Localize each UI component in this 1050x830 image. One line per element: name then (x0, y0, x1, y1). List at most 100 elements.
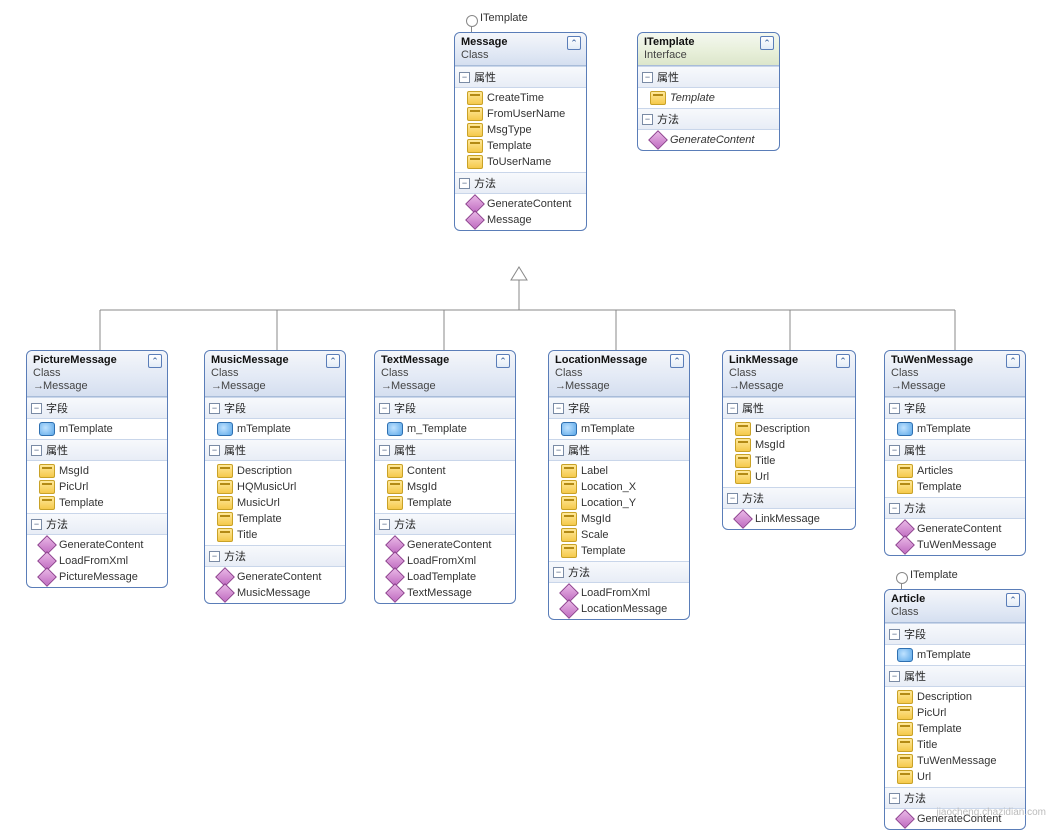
section-methods[interactable]: −方法 (549, 561, 689, 583)
minus-icon[interactable]: − (553, 403, 564, 414)
section-properties[interactable]: −属性 (205, 439, 345, 461)
inherits-link[interactable]: →Message (729, 380, 849, 392)
class-header[interactable]: PictureMessage Class →Message ⌃ (27, 351, 167, 397)
section-properties[interactable]: −属性 (375, 439, 515, 461)
minus-icon[interactable]: − (889, 629, 900, 640)
collapse-icon[interactable]: ⌃ (670, 354, 684, 368)
minus-icon[interactable]: − (31, 519, 42, 530)
field-item[interactable]: mTemplate (205, 421, 345, 437)
section-methods[interactable]: −方法 (375, 513, 515, 535)
property-item[interactable]: MsgId (27, 463, 167, 479)
method-item[interactable]: GenerateContent (638, 132, 779, 148)
property-item[interactable]: HQMusicUrl (205, 479, 345, 495)
collapse-icon[interactable]: ⌃ (1006, 354, 1020, 368)
section-methods[interactable]: −方法 (638, 108, 779, 130)
minus-icon[interactable]: − (553, 567, 564, 578)
method-item[interactable]: MusicMessage (205, 585, 345, 601)
method-item[interactable]: LinkMessage (723, 511, 855, 527)
section-fields[interactable]: −字段 (27, 397, 167, 419)
minus-icon[interactable]: − (31, 445, 42, 456)
property-item[interactable]: Title (205, 527, 345, 543)
minus-icon[interactable]: − (31, 403, 42, 414)
minus-icon[interactable]: − (889, 403, 900, 414)
collapse-icon[interactable]: ⌃ (836, 354, 850, 368)
field-item[interactable]: mTemplate (27, 421, 167, 437)
minus-icon[interactable]: − (889, 503, 900, 514)
minus-icon[interactable]: − (642, 114, 653, 125)
field-item[interactable]: m_Template (375, 421, 515, 437)
minus-icon[interactable]: − (459, 178, 470, 189)
minus-icon[interactable]: − (209, 551, 220, 562)
collapse-icon[interactable]: ⌃ (148, 354, 162, 368)
property-item[interactable]: Template (27, 495, 167, 511)
property-item[interactable]: Template (638, 90, 779, 106)
minus-icon[interactable]: − (553, 445, 564, 456)
method-item[interactable]: LocationMessage (549, 601, 689, 617)
section-properties[interactable]: −属性 (885, 439, 1025, 461)
minus-icon[interactable]: − (642, 72, 653, 83)
class-tuwenmessage[interactable]: TuWenMessage Class →Message ⌃ −字段 mTempl… (884, 350, 1026, 556)
section-methods[interactable]: −方法 (885, 497, 1025, 519)
property-item[interactable]: Title (723, 453, 855, 469)
minus-icon[interactable]: − (209, 403, 220, 414)
property-item[interactable]: Location_Y (549, 495, 689, 511)
class-header[interactable]: TuWenMessage Class →Message ⌃ (885, 351, 1025, 397)
minus-icon[interactable]: − (379, 519, 390, 530)
class-header[interactable]: LinkMessage Class →Message ⌃ (723, 351, 855, 397)
property-item[interactable]: Url (885, 769, 1025, 785)
property-item[interactable]: Description (205, 463, 345, 479)
method-item[interactable]: PictureMessage (27, 569, 167, 585)
section-properties[interactable]: −属性 (455, 66, 586, 88)
minus-icon[interactable]: − (459, 72, 470, 83)
method-item[interactable]: TuWenMessage (885, 537, 1025, 553)
inherits-link[interactable]: →Message (891, 380, 1019, 392)
class-textmessage[interactable]: TextMessage Class →Message ⌃ −字段 m_Templ… (374, 350, 516, 604)
section-fields[interactable]: −字段 (549, 397, 689, 419)
collapse-icon[interactable]: ⌃ (760, 36, 774, 50)
field-item[interactable]: mTemplate (885, 421, 1025, 437)
class-linkmessage[interactable]: LinkMessage Class →Message ⌃ −属性 Descrip… (722, 350, 856, 530)
section-methods[interactable]: −方法 (723, 487, 855, 509)
class-header[interactable]: Article Class ⌃ (885, 590, 1025, 623)
method-item[interactable]: GenerateContent (885, 521, 1025, 537)
method-item[interactable]: GenerateContent (27, 537, 167, 553)
class-musicmessage[interactable]: MusicMessage Class →Message ⌃ −字段 mTempl… (204, 350, 346, 604)
property-item[interactable]: Content (375, 463, 515, 479)
class-locationmessage[interactable]: LocationMessage Class →Message ⌃ −字段 mTe… (548, 350, 690, 620)
property-item[interactable]: Url (723, 469, 855, 485)
minus-icon[interactable]: − (889, 793, 900, 804)
minus-icon[interactable]: − (889, 671, 900, 682)
minus-icon[interactable]: − (209, 445, 220, 456)
interface-itemplate[interactable]: ITemplate Interface ⌃ −属性 Template −方法 G… (637, 32, 780, 151)
property-item[interactable]: Description (723, 421, 855, 437)
property-item[interactable]: Scale (549, 527, 689, 543)
property-item[interactable]: Template (885, 721, 1025, 737)
method-item[interactable]: LoadFromXml (375, 553, 515, 569)
property-item[interactable]: MsgType (455, 122, 586, 138)
method-item[interactable]: GenerateContent (375, 537, 515, 553)
property-item[interactable]: Template (455, 138, 586, 154)
section-properties[interactable]: −属性 (27, 439, 167, 461)
section-methods[interactable]: −方法 (27, 513, 167, 535)
section-properties[interactable]: −属性 (638, 66, 779, 88)
inherits-link[interactable]: →Message (33, 380, 161, 392)
section-properties[interactable]: −属性 (885, 665, 1025, 687)
property-item[interactable]: MusicUrl (205, 495, 345, 511)
class-header[interactable]: TextMessage Class →Message ⌃ (375, 351, 515, 397)
class-message[interactable]: Message Class ⌃ −属性 CreateTime FromUserN… (454, 32, 587, 231)
class-header[interactable]: Message Class ⌃ (455, 33, 586, 66)
class-header[interactable]: LocationMessage Class →Message ⌃ (549, 351, 689, 397)
section-properties[interactable]: −属性 (549, 439, 689, 461)
property-item[interactable]: MsgId (723, 437, 855, 453)
property-item[interactable]: Description (885, 689, 1025, 705)
property-item[interactable]: CreateTime (455, 90, 586, 106)
section-fields[interactable]: −字段 (885, 397, 1025, 419)
section-methods[interactable]: −方法 (885, 787, 1025, 809)
property-item[interactable]: Template (205, 511, 345, 527)
section-properties[interactable]: −属性 (723, 397, 855, 419)
minus-icon[interactable]: − (889, 445, 900, 456)
property-item[interactable]: PicUrl (27, 479, 167, 495)
minus-icon[interactable]: − (379, 445, 390, 456)
collapse-icon[interactable]: ⌃ (567, 36, 581, 50)
property-item[interactable]: Articles (885, 463, 1025, 479)
